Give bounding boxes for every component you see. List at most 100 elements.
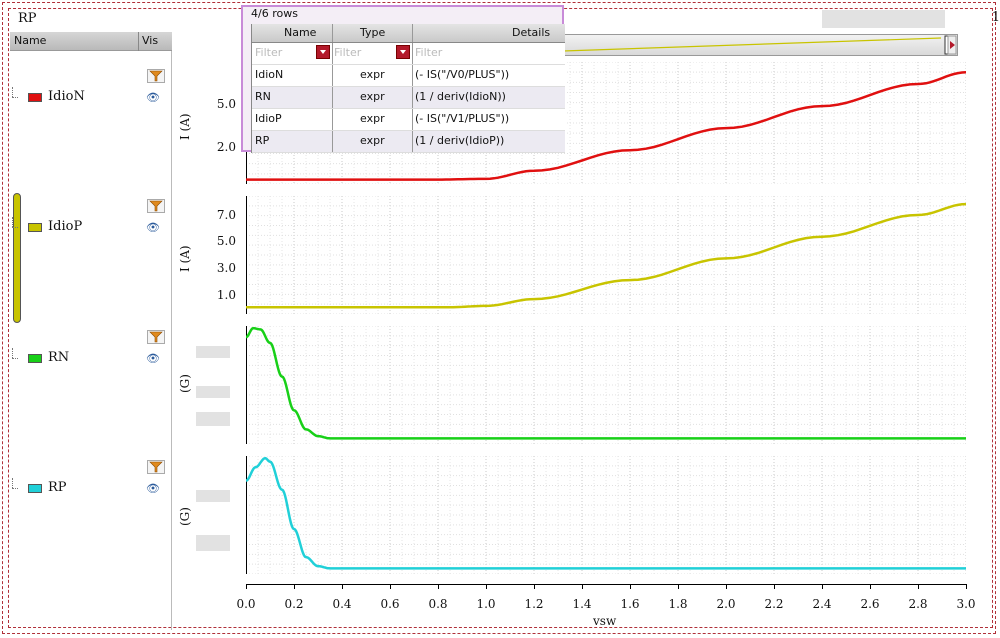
row-type: expr [360, 68, 385, 81]
header-type[interactable]: Type [360, 26, 385, 39]
tree-connector [12, 87, 14, 97]
tree-connector [12, 358, 18, 359]
y-axis-label: (G) [178, 374, 192, 393]
selection-highlight-bar [13, 193, 21, 323]
column-separator[interactable] [332, 24, 333, 42]
x-tick-mark [486, 584, 487, 589]
column-separator [412, 65, 413, 86]
column-separator[interactable] [412, 24, 413, 42]
details-filter-input[interactable]: Filter [415, 46, 442, 59]
row-name: IdioP [255, 112, 282, 125]
table-row[interactable]: IdioP expr (- IS("/V1/PLUS")) [252, 109, 565, 131]
x-tick-mark [534, 584, 535, 589]
x-tick-mark [342, 584, 343, 589]
x-tick-mark [726, 584, 727, 589]
x-tick-label: 0.2 [284, 597, 304, 611]
x-axis-label: vsw [593, 614, 617, 628]
x-tick-label: 1.4 [572, 597, 592, 611]
y-tick-label: 7.0 [216, 208, 236, 222]
table-row[interactable]: RN expr (1 / deriv(IdioN)) [252, 87, 565, 109]
column-separator [412, 43, 413, 64]
trace-color-swatch[interactable] [28, 484, 42, 493]
trace-table-popup[interactable]: 4/6 rows Name Type Details Filter Filter… [241, 5, 565, 153]
x-tick-label: 0.4 [332, 597, 352, 611]
column-separator [332, 43, 333, 64]
subplot-idiop[interactable] [246, 196, 966, 314]
row-type: expr [360, 90, 385, 103]
type-filter-dropdown-icon[interactable] [396, 45, 410, 59]
tree-connector [12, 97, 18, 98]
blurred-header-region [822, 10, 945, 28]
column-vis[interactable]: Vis [142, 34, 158, 47]
row-type: expr [360, 112, 385, 125]
y-axis-label: I (A) [178, 113, 192, 140]
trace-name: RN [48, 350, 70, 365]
blurred-tick-label [196, 412, 230, 426]
trace-color-swatch[interactable] [28, 93, 42, 102]
column-separator[interactable] [138, 32, 139, 51]
column-separator [332, 65, 333, 86]
filter-icon[interactable] [147, 69, 165, 83]
subplot-rp[interactable] [246, 456, 966, 574]
x-tick-mark [774, 584, 775, 589]
header-details[interactable]: Details [512, 26, 550, 39]
row-details: (- IS("/V1/PLUS")) [415, 112, 510, 125]
y-axis-label: (G) [178, 507, 192, 526]
x-tick-label: 2.4 [812, 597, 832, 611]
subplot-rn[interactable] [246, 326, 966, 444]
eye-icon[interactable]: 👁 [146, 352, 160, 365]
y-tick-label: 1.0 [216, 288, 236, 302]
row-name: RN [255, 90, 271, 103]
x-tick-mark [918, 584, 919, 589]
x-tick-label: 2.0 [716, 597, 736, 611]
name-filter-dropdown-icon[interactable] [316, 45, 330, 59]
x-tick-mark [870, 584, 871, 589]
blurred-tick-label [196, 535, 230, 551]
x-tick-mark [390, 584, 391, 589]
tree-connector [12, 217, 14, 227]
trace-color-swatch[interactable] [28, 354, 42, 363]
blurred-tick-label [196, 386, 230, 398]
eye-icon[interactable]: 👁 [146, 221, 160, 234]
filter-icon[interactable] [147, 199, 165, 213]
header-name[interactable]: Name [284, 26, 316, 39]
eye-icon[interactable]: 👁 [146, 91, 160, 104]
x-tick-label: 2.2 [764, 597, 784, 611]
filter-icon[interactable] [147, 330, 165, 344]
filter-icon[interactable] [147, 460, 165, 474]
x-tick-label: 1.0 [476, 597, 496, 611]
column-separator [332, 87, 333, 108]
y-tick-label: 5.0 [216, 97, 236, 111]
type-filter-input[interactable]: Filter [334, 46, 361, 59]
y-tick-label: 5.0 [216, 234, 236, 248]
y-axis-label: I (A) [178, 245, 192, 272]
tree-connector [12, 227, 18, 228]
series-line-idiop[interactable] [246, 202, 966, 309]
x-tick-label: 2.6 [860, 597, 880, 611]
row-details: (- IS("/V0/PLUS")) [415, 68, 510, 81]
column-separator [412, 87, 413, 108]
column-separator [412, 131, 413, 152]
filter-row: Filter Filter Filter [252, 43, 565, 65]
x-tick-label: 3.0 [956, 597, 976, 611]
row-name: RP [255, 134, 270, 147]
column-separator [332, 109, 333, 130]
x-tick-mark [246, 584, 247, 589]
x-tick-mark [822, 584, 823, 589]
x-tick-label: 1.6 [620, 597, 640, 611]
tree-connector [12, 348, 14, 358]
table-row[interactable]: IdioN expr (- IS("/V0/PLUS")) [252, 65, 565, 87]
x-tick-label: 0.6 [380, 597, 400, 611]
x-tick-mark [630, 584, 631, 589]
table-row[interactable]: RP expr (1 / deriv(IdioP)) [252, 131, 565, 153]
trace-table[interactable]: Name Type Details Filter Filter Filter I… [251, 24, 565, 153]
trace-name: RP [48, 480, 67, 495]
overview-slider[interactable] [560, 34, 958, 56]
trace-name: IdioP [48, 219, 83, 234]
trace-color-swatch[interactable] [28, 223, 42, 232]
column-name[interactable]: Name [14, 34, 46, 47]
x-tick-mark [294, 584, 295, 589]
eye-icon[interactable]: 👁 [146, 482, 160, 495]
x-tick-label: 0.0 [236, 597, 256, 611]
name-filter-input[interactable]: Filter [255, 46, 282, 59]
